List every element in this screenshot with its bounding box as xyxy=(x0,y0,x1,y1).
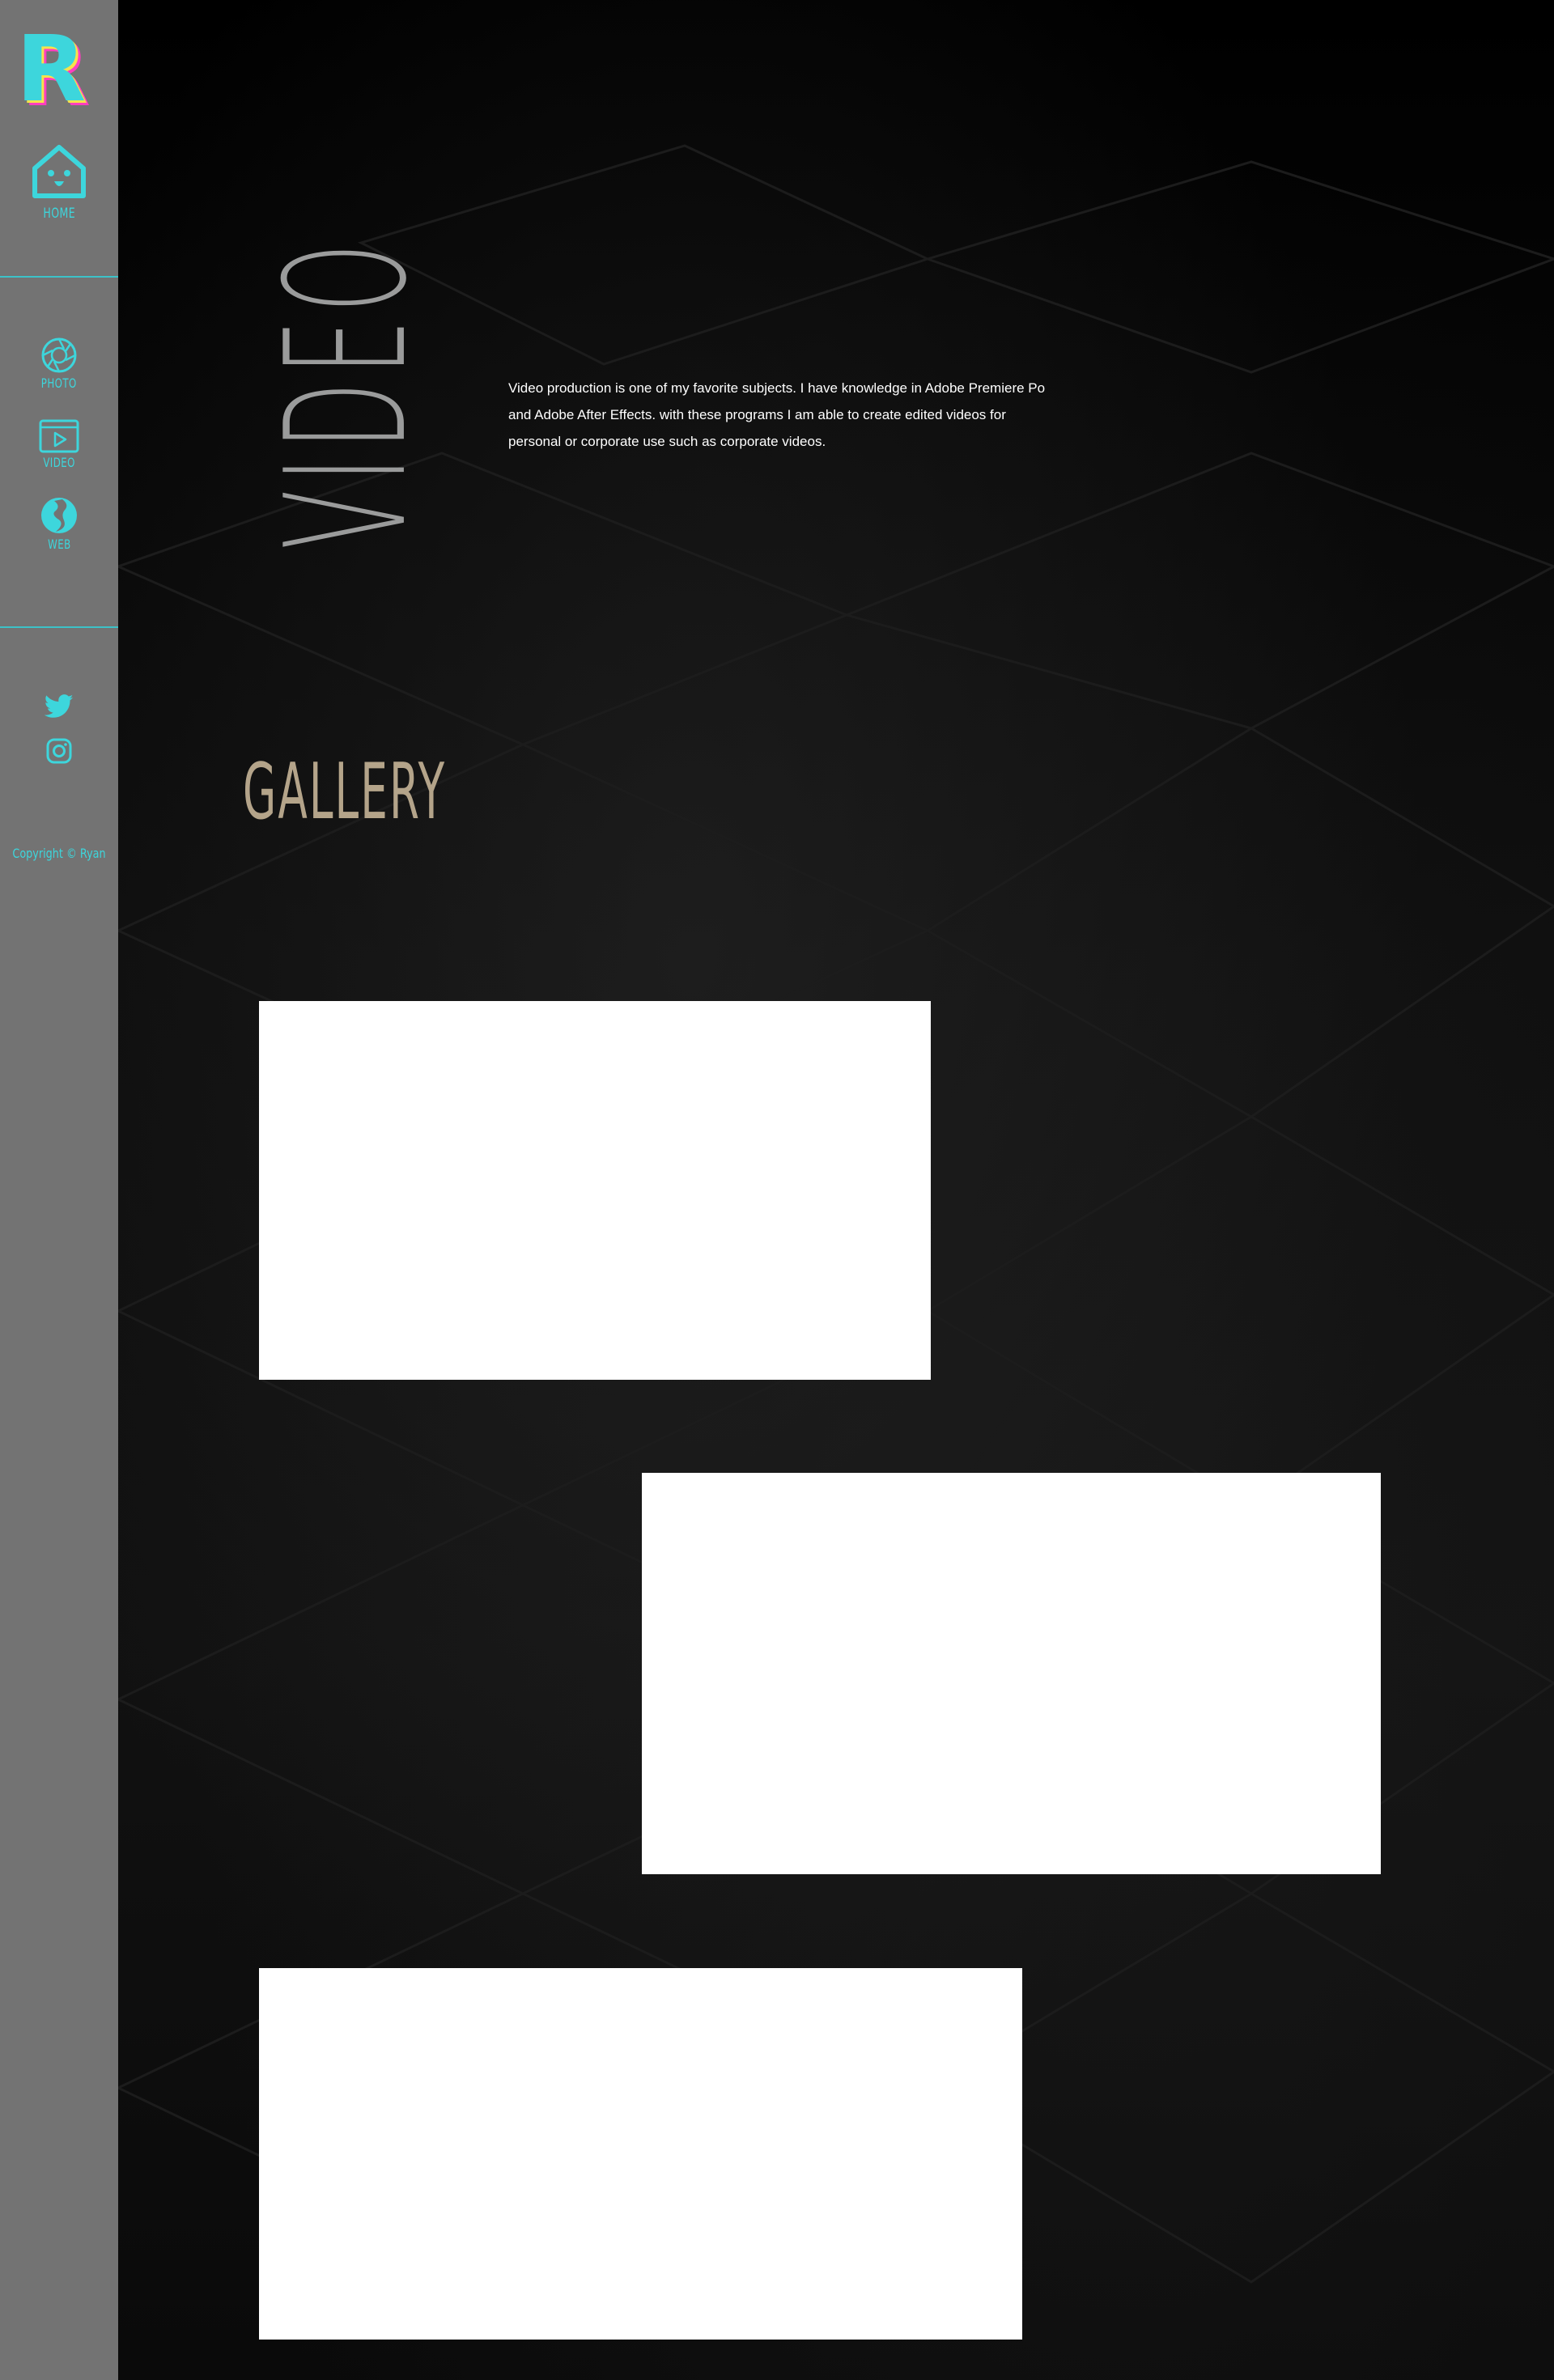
divider xyxy=(0,276,118,278)
intro-text: Video production is one of my favorite s… xyxy=(508,380,1046,449)
home-icon xyxy=(32,145,86,198)
gallery-item-2[interactable] xyxy=(642,1473,1381,1874)
nav-video[interactable]: VIDEO xyxy=(0,419,118,470)
gallery-item-3[interactable] xyxy=(259,1968,1022,2340)
globe-icon xyxy=(41,498,77,533)
twitter-link[interactable] xyxy=(0,694,118,719)
sidebar: R R R HOME PHOTO VIDEO WEB Copyright © R… xyxy=(0,0,118,2380)
page-title-text: VIDEO xyxy=(252,235,444,549)
nav-photo[interactable]: PHOTO xyxy=(0,337,118,391)
video-play-icon xyxy=(39,419,79,453)
instagram-link[interactable] xyxy=(0,738,118,764)
nav-home-label: HOME xyxy=(43,206,75,222)
gallery-item-1[interactable] xyxy=(259,1001,931,1380)
logo-r-icon: R R R xyxy=(16,17,91,127)
nav-web-label: WEB xyxy=(47,537,71,552)
twitter-icon xyxy=(45,694,74,718)
copyright-text: Copyright © Ryan xyxy=(12,846,106,861)
nav-web[interactable]: WEB xyxy=(0,496,118,552)
page-title: VIDEO xyxy=(252,235,444,549)
nav-home[interactable]: HOME xyxy=(0,142,118,222)
gallery-title: GALLERY xyxy=(243,746,447,837)
camera-aperture-icon xyxy=(41,337,77,373)
nav-video-label: VIDEO xyxy=(43,455,75,470)
nav-photo-label: PHOTO xyxy=(41,375,77,391)
instagram-icon xyxy=(46,738,72,764)
svg-text:R: R xyxy=(16,24,86,112)
divider xyxy=(0,626,118,628)
logo[interactable]: R R R xyxy=(16,17,104,127)
